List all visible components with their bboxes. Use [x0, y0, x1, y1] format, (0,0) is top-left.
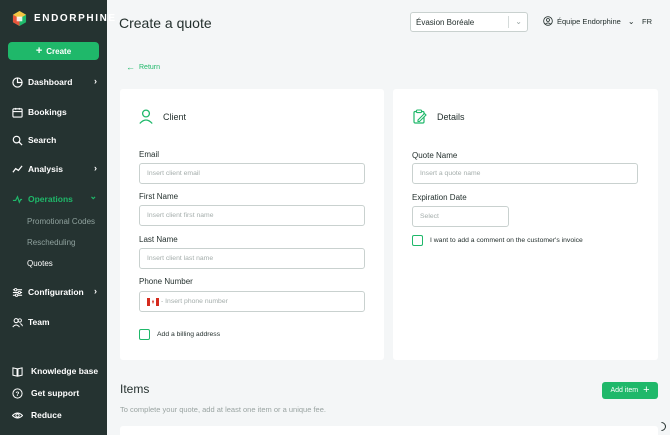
- email-field[interactable]: Insert client email: [139, 163, 365, 184]
- brand-logo[interactable]: ENDORPHINE: [12, 11, 117, 26]
- user-circle-icon: [543, 16, 553, 26]
- team-menu-label: Équipe Endorphine: [557, 16, 621, 26]
- clipboard-edit-icon: [413, 109, 427, 124]
- team-icon: [12, 317, 23, 328]
- sidebar-subitem-promotional-codes[interactable]: Promotional Codes: [27, 217, 95, 226]
- search-icon: [12, 135, 23, 146]
- canada-flag-icon: [147, 297, 159, 306]
- last-name-label: Last Name: [139, 235, 178, 244]
- expiration-date-placeholder: Select: [420, 213, 439, 220]
- phone-placeholder: - Insert phone number: [161, 298, 228, 305]
- email-placeholder: Insert client email: [147, 170, 200, 177]
- quote-name-placeholder: Insert a quote name: [420, 170, 481, 177]
- sidebar-item-configuration[interactable]: Configuration ›: [12, 284, 101, 300]
- details-card-title: Details: [437, 111, 465, 122]
- create-button-label: Create: [46, 46, 72, 56]
- first-name-field[interactable]: Insert client first name: [139, 205, 365, 226]
- chevron-right-icon: ›: [94, 163, 97, 173]
- billing-address-checkbox[interactable]: [139, 329, 150, 340]
- return-link-label: Return: [139, 63, 161, 71]
- return-link[interactable]: ← Return: [126, 62, 160, 72]
- sidebar-item-reduce[interactable]: Reduce: [12, 407, 101, 423]
- quote-name-field[interactable]: Insert a quote name: [412, 163, 638, 184]
- sidebar-item-label: Team: [28, 317, 50, 327]
- arrow-left-icon: ←: [126, 62, 135, 72]
- sidebar-item-operations[interactable]: Operations ⌄: [12, 191, 101, 207]
- last-name-placeholder: Insert client last name: [147, 255, 214, 262]
- first-name-placeholder: Insert client first name: [147, 212, 214, 219]
- sidebar-item-analysis[interactable]: Analysis ›: [12, 161, 101, 177]
- analysis-icon: [12, 164, 23, 175]
- client-card-header: Client: [139, 109, 186, 124]
- add-item-label: Add item: [610, 387, 639, 394]
- brand-name: ENDORPHINE: [34, 13, 117, 24]
- email-label: Email: [139, 150, 160, 159]
- items-title: Items: [120, 382, 150, 396]
- items-card: [120, 426, 658, 435]
- sidebar-item-label: Dashboard: [28, 77, 73, 87]
- book-icon: [12, 366, 23, 377]
- invoice-comment-checkbox[interactable]: [412, 235, 423, 246]
- sidebar-item-dashboard[interactable]: Dashboard ›: [12, 74, 101, 90]
- sidebar-item-label: Analysis: [28, 164, 63, 174]
- eye-icon: [12, 410, 23, 421]
- company-select[interactable]: Évasion Boréale ⌄: [410, 12, 528, 32]
- phone-field[interactable]: - Insert phone number: [139, 291, 365, 312]
- select-divider: [508, 16, 509, 28]
- svg-text:?: ?: [16, 390, 20, 397]
- expiration-date-picker[interactable]: Select: [412, 206, 509, 227]
- client-card: Client Email Insert client email First N…: [120, 89, 384, 360]
- sidebar-item-label: Get support: [31, 388, 80, 398]
- sidebar-subitem-rescheduling[interactable]: Rescheduling: [27, 238, 75, 247]
- plus-icon: +: [35, 44, 43, 57]
- calendar-icon: [12, 107, 23, 118]
- language-switch[interactable]: FR: [642, 17, 652, 26]
- details-card: Details Quote Name Insert a quote name E…: [393, 89, 658, 360]
- sidebar-subitem-quotes[interactable]: Quotes: [27, 259, 53, 268]
- chevron-down-icon: ⌄: [89, 191, 97, 201]
- items-description: To complete your quote, add at least one…: [120, 405, 326, 414]
- expiration-date-label: Expiration Date: [412, 193, 467, 202]
- client-card-title: Client: [163, 111, 187, 122]
- sidebar-item-knowledge-base[interactable]: Knowledge base: [12, 363, 101, 379]
- sidebar-item-label: Operations: [28, 194, 73, 204]
- page-title: Create a quote: [119, 15, 212, 31]
- user-icon: [139, 109, 153, 124]
- billing-address-label: Add a billing address: [157, 331, 221, 338]
- sidebar-item-label: Knowledge base: [31, 366, 99, 376]
- company-select-value: Évasion Boréale: [416, 17, 475, 27]
- sidebar-item-bookings[interactable]: Bookings: [12, 104, 101, 120]
- operations-icon: [12, 194, 23, 205]
- last-name-field[interactable]: Insert client last name: [139, 248, 365, 269]
- chevron-down-icon: ⌄: [515, 17, 522, 26]
- sidebar-item-label: Search: [28, 135, 57, 145]
- first-name-label: First Name: [139, 192, 179, 201]
- details-card-header: Details: [413, 109, 465, 124]
- sidebar-item-get-support[interactable]: ? Get support: [12, 385, 101, 401]
- chevron-down-icon: ⌄: [627, 16, 635, 26]
- quote-name-label: Quote Name: [412, 151, 458, 160]
- add-item-button[interactable]: Add item +: [602, 382, 658, 399]
- create-button[interactable]: + Create: [8, 42, 99, 60]
- chevron-right-icon: ›: [94, 286, 97, 296]
- sliders-icon: [12, 287, 23, 298]
- plus-icon: +: [643, 384, 650, 396]
- phone-label: Phone Number: [139, 277, 193, 286]
- sidebar-item-team[interactable]: Team: [12, 314, 101, 330]
- invoice-comment-label: I want to add a comment on the customer'…: [430, 237, 583, 244]
- chevron-right-icon: ›: [94, 76, 97, 86]
- sidebar: ENDORPHINE + Create Dashboard › Bookings…: [0, 0, 115, 435]
- sidebar-item-search[interactable]: Search: [12, 132, 101, 148]
- endorphine-logo-icon: [12, 11, 27, 26]
- sidebar-item-label: Bookings: [28, 107, 67, 117]
- dashboard-icon: [12, 76, 23, 88]
- sidebar-item-label: Configuration: [28, 287, 84, 297]
- help-icon: ?: [12, 387, 23, 399]
- team-menu[interactable]: Équipe Endorphine ⌄: [543, 16, 635, 26]
- sidebar-item-label: Reduce: [31, 410, 62, 420]
